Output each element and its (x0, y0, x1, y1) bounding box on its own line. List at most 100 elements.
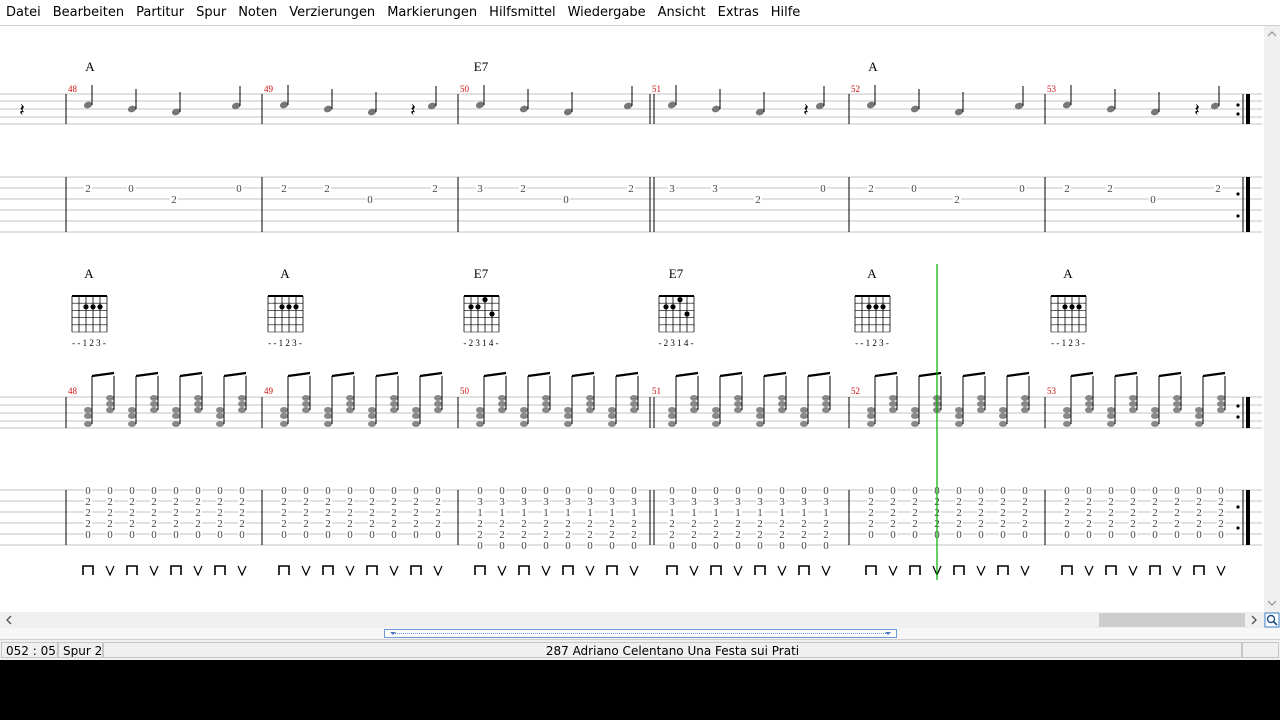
downstroke-icon (518, 565, 530, 575)
menu-datei[interactable]: Datei (0, 0, 47, 25)
scroll-left-icon[interactable] (6, 615, 12, 625)
tab-fret: 0 (367, 194, 373, 206)
chord-note-head (1021, 401, 1029, 407)
chord-note-head (368, 421, 376, 427)
menu-bearbeiten[interactable]: Bearbeiten (47, 0, 130, 25)
menu-noten[interactable]: Noten (232, 0, 283, 25)
menu-hilfe[interactable]: Hilfe (765, 0, 807, 25)
chord-finger-dot (468, 304, 474, 310)
upstroke-icon (301, 565, 311, 577)
tab-fret: 0 (543, 540, 549, 552)
menu-verzierungen[interactable]: Verzierungen (283, 0, 381, 25)
chord-finger-dot (663, 304, 669, 310)
chord-note-head (734, 407, 742, 413)
chord-note-head (1085, 407, 1093, 413)
upstroke-icon (1128, 565, 1138, 577)
tab-fret: 2 (432, 183, 438, 195)
zoom-button[interactable] (1264, 612, 1280, 628)
tab-fret: 0 (347, 529, 353, 541)
tab-fret: 2 (954, 194, 960, 206)
chord-note-head (955, 413, 963, 419)
chord-note-head (128, 407, 136, 413)
chord-note-head (520, 407, 528, 413)
scroll-down-icon[interactable] (1267, 600, 1277, 606)
chord-finger-dot (83, 304, 89, 310)
chord-finger-dot (1069, 304, 1075, 310)
chord-note-head (734, 395, 742, 401)
track-indicator: Spur 2 (58, 642, 103, 658)
chord-note-head (1195, 407, 1203, 413)
tab-fret: 0 (1196, 529, 1202, 541)
chord-note-head (520, 421, 528, 427)
tab-fret: 0 (631, 540, 637, 552)
repeat-dot (1236, 103, 1240, 107)
chord-note-head (889, 407, 897, 413)
chord-note-head (520, 413, 528, 419)
scroll-right-icon[interactable] (1251, 615, 1257, 625)
upstroke-icon (821, 565, 831, 577)
chord-note-head (586, 407, 594, 413)
chord-note-head (238, 401, 246, 407)
menu-partitur[interactable]: Partitur (130, 0, 190, 25)
chord-fingering: - 2 3 1 4 - (463, 338, 498, 348)
scrollbar-thumb[interactable] (1099, 613, 1245, 627)
scroll-up-icon[interactable] (1267, 31, 1277, 37)
downstroke-icon (474, 565, 486, 575)
downstroke-icon (953, 565, 965, 575)
tab-fret: 0 (107, 529, 113, 541)
chord-note-head (106, 395, 114, 401)
note-beam (918, 371, 942, 378)
menu-wiedergabe[interactable]: Wiedergabe (562, 0, 652, 25)
chord-note-head (712, 413, 720, 419)
track-overview-bar[interactable] (0, 628, 1280, 639)
score-view[interactable]: 48 49 50 51 52 53 A E7 A 𝄽 𝄽 𝄽 𝄽 2 0 2 0 2 2 0 2 3 2 0 2 3 3 2 0 2 0 2 0… (0, 26, 1264, 612)
repeat-dot (1236, 214, 1240, 218)
measure-number: 53 (1047, 386, 1057, 396)
tab-fret: 0 (868, 529, 874, 541)
chord-finger-dot (1062, 304, 1068, 310)
downstroke-icon (606, 565, 618, 575)
tab-fret: 0 (779, 540, 785, 552)
tab-fret: 0 (911, 183, 917, 195)
chord-note-head (368, 407, 376, 413)
note-beam (375, 371, 399, 378)
chord-note-head (412, 407, 420, 413)
chord-note-head (668, 407, 676, 413)
vertical-scrollbar[interactable] (1264, 26, 1280, 612)
chord-note-head (1021, 407, 1029, 413)
chord-note-head (84, 407, 92, 413)
chord-note-head (150, 395, 158, 401)
range-end-arrow-icon (885, 632, 891, 635)
chord-note-head (1107, 413, 1115, 419)
menu-markierungen[interactable]: Markierungen (381, 0, 483, 25)
chord-note-head (542, 395, 550, 401)
upstroke-icon (976, 565, 986, 577)
horizontal-scrollbar[interactable] (0, 612, 1264, 628)
chord-note-head (1195, 421, 1203, 427)
track-range-handle[interactable] (384, 629, 897, 638)
chord-note-head (346, 395, 354, 401)
tab-fret: 0 (609, 540, 615, 552)
menu-extras[interactable]: Extras (712, 0, 765, 25)
chord-note-head (302, 395, 310, 401)
menu-ansicht[interactable]: Ansicht (652, 0, 712, 25)
chord-name: E7 (474, 59, 489, 74)
chord-note-head (822, 395, 830, 401)
chord-note-head (1151, 407, 1159, 413)
upstroke-icon (1216, 565, 1226, 577)
tab-fret: 3 (669, 183, 675, 195)
position-indicator: 052 : 053 (1, 642, 58, 658)
tab-fret: 0 (129, 529, 135, 541)
tab-fret: 2 (1215, 183, 1221, 195)
chord-finger-dot (475, 304, 481, 310)
tab-fret: 0 (1086, 529, 1092, 541)
upstroke-icon (497, 565, 507, 577)
tab-fret: 0 (1150, 194, 1156, 206)
chord-note-head (608, 413, 616, 419)
menu-hilfsmittel[interactable]: Hilfsmittel (483, 0, 561, 25)
tab-fret: 0 (823, 540, 829, 552)
score-canvas[interactable]: 48 49 50 51 52 53 A E7 A 𝄽 𝄽 𝄽 𝄽 2 0 2 0 2 2 0 2 3 2 0 2 3 3 2 0 2 0 2 0… (0, 26, 1264, 612)
chord-note-head (498, 401, 506, 407)
upstroke-icon (433, 565, 443, 577)
menu-spur[interactable]: Spur (190, 0, 232, 25)
